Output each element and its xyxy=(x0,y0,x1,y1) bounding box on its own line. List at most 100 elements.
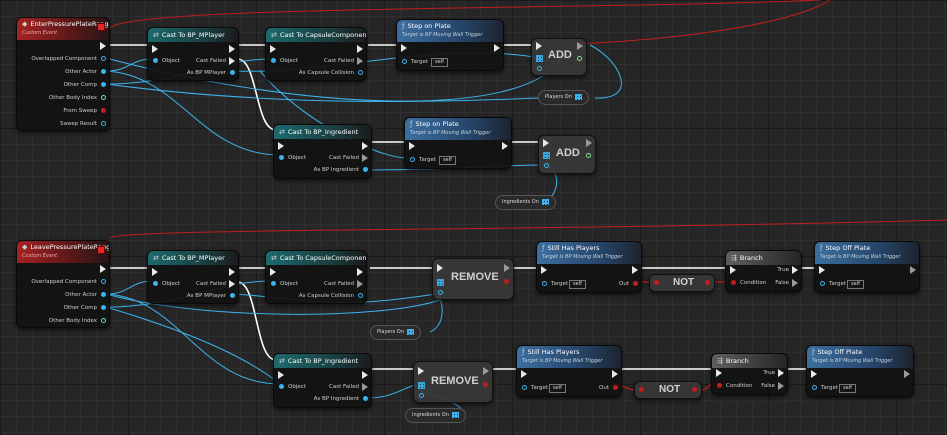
target-in-dot[interactable] xyxy=(522,385,527,390)
exec-out-pin[interactable] xyxy=(357,45,363,53)
exec-in-pin[interactable] xyxy=(541,266,547,274)
not-in-dot[interactable] xyxy=(639,387,644,392)
as-output-dot[interactable] xyxy=(358,70,363,75)
array-in-icon[interactable] xyxy=(536,55,543,62)
exec-in-pin[interactable] xyxy=(278,142,284,150)
still-has-players-node-ingredients[interactable]: ƒ Still Has Players Target is BP Moving W… xyxy=(516,345,622,397)
target-in-dot[interactable] xyxy=(410,157,415,162)
exec-in-pin[interactable] xyxy=(152,268,158,276)
exec-in-pin[interactable] xyxy=(409,142,415,150)
removed-out-dot[interactable] xyxy=(483,382,488,387)
array-in-icon[interactable] xyxy=(418,382,425,389)
exec-in-pin[interactable] xyxy=(278,371,284,379)
pin-from-sweep-dot[interactable] xyxy=(101,108,106,113)
cast-to-bp-mplayer-node-leave[interactable]: ⇄ Cast To BP_MPlayer Object Cast Failed A… xyxy=(147,250,239,304)
exec-out-pin[interactable] xyxy=(100,42,106,50)
index-out-dot[interactable] xyxy=(586,153,591,158)
ingredients-on-variable-bottom[interactable]: Ingredients On xyxy=(405,408,466,423)
condition-dot[interactable] xyxy=(731,280,736,285)
pin-other-actor-dot[interactable] xyxy=(101,69,106,74)
pin-other-body-index-dot[interactable] xyxy=(101,95,106,100)
exec-out-pin[interactable] xyxy=(586,139,592,147)
ingredients-on-variable-top[interactable]: Ingredients On xyxy=(495,195,556,210)
exec-out-pin[interactable] xyxy=(483,367,489,375)
target-self-value[interactable]: self xyxy=(439,156,456,165)
cast-to-bp-ingredient-node-bottom[interactable]: ⇄ Cast To BP_Ingredient Object Cast Faile… xyxy=(273,353,372,408)
exec-in-pin[interactable] xyxy=(521,370,527,378)
item-in-dot[interactable] xyxy=(419,393,424,398)
as-output-dot[interactable] xyxy=(363,396,368,401)
as-output-dot[interactable] xyxy=(230,70,235,75)
exec-in-pin[interactable] xyxy=(811,370,817,378)
exec-in-pin[interactable] xyxy=(819,266,825,274)
enter-pressure-plate-event-node[interactable]: ◆ EnterPressurePlateRange Custom Event Ov… xyxy=(16,17,110,131)
exec-out-pin[interactable] xyxy=(362,371,368,379)
item-in-dot[interactable] xyxy=(537,66,542,71)
item-in-dot[interactable] xyxy=(544,163,549,168)
cast-to-capsule-node[interactable]: ⇄ Cast To CapsuleComponent Object Cast Fa… xyxy=(265,27,367,81)
target-in-dot[interactable] xyxy=(812,385,817,390)
object-in-dot[interactable] xyxy=(153,58,158,63)
branch-node-ingredients[interactable]: ⇶ Branch True Condition False xyxy=(711,353,788,395)
array-remove-node-players[interactable]: REMOVE xyxy=(432,258,514,300)
object-in-dot[interactable] xyxy=(271,58,276,63)
target-self-value[interactable]: self xyxy=(569,280,586,289)
exec-in-pin[interactable] xyxy=(536,42,542,50)
exec-out-pin[interactable] xyxy=(502,142,508,150)
target-in-dot[interactable] xyxy=(402,59,407,64)
cast-to-capsule-node-leave[interactable]: ⇄ Cast To CapsuleComponent Object Cast Fa… xyxy=(265,250,367,304)
cast-failed-exec-pin[interactable] xyxy=(357,57,363,65)
cast-to-bp-mplayer-node[interactable]: ⇄ Cast To BP_MPlayer Object Cast Failed A… xyxy=(147,27,239,81)
pin-other-actor-dot[interactable] xyxy=(101,292,106,297)
true-exec-pin[interactable] xyxy=(792,266,798,274)
array-in-icon[interactable] xyxy=(437,279,444,286)
array-in-icon[interactable] xyxy=(543,152,550,159)
false-exec-pin[interactable] xyxy=(778,382,784,390)
out-bool-dot[interactable] xyxy=(633,281,638,286)
delegate-pin-icon[interactable] xyxy=(97,23,105,31)
exec-out-pin[interactable] xyxy=(229,268,235,276)
condition-dot[interactable] xyxy=(717,383,722,388)
exec-in-pin[interactable] xyxy=(730,266,736,274)
still-has-players-node-players[interactable]: ƒ Still Has Players Target is BP Moving W… xyxy=(536,241,642,293)
leave-pressure-plate-event-node[interactable]: ◆ LeavePressurePlateRange Custom Event Ov… xyxy=(16,240,110,328)
cast-failed-exec-pin[interactable] xyxy=(362,383,368,391)
step-off-plate-node-players[interactable]: ƒ Step Off Plate Target is BP Moving Wall… xyxy=(814,241,920,293)
as-output-dot[interactable] xyxy=(363,167,368,172)
index-out-dot[interactable] xyxy=(577,56,582,61)
cast-failed-exec-pin[interactable] xyxy=(357,280,363,288)
exec-in-pin[interactable] xyxy=(401,44,407,52)
target-self-value[interactable]: self xyxy=(549,384,566,393)
players-on-variable-top[interactable]: Players On xyxy=(538,90,589,105)
exec-in-pin[interactable] xyxy=(543,139,549,147)
delegate-pin-icon[interactable] xyxy=(97,246,105,254)
exec-out-pin[interactable] xyxy=(632,266,638,274)
exec-in-pin[interactable] xyxy=(270,45,276,53)
exec-out-pin[interactable] xyxy=(100,265,106,273)
removed-out-dot[interactable] xyxy=(504,279,509,284)
pin-overlapped-component-dot[interactable] xyxy=(101,279,106,284)
not-in-dot[interactable] xyxy=(654,280,659,285)
false-exec-pin[interactable] xyxy=(792,279,798,287)
as-output-dot[interactable] xyxy=(230,293,235,298)
exec-out-pin[interactable] xyxy=(910,266,916,274)
cast-failed-exec-pin[interactable] xyxy=(229,280,235,288)
pin-other-body-index-dot[interactable] xyxy=(101,318,106,323)
exec-out-pin[interactable] xyxy=(229,45,235,53)
target-self-value[interactable]: self xyxy=(847,280,864,289)
target-in-dot[interactable] xyxy=(542,281,547,286)
item-in-dot[interactable] xyxy=(438,290,443,295)
exec-out-pin[interactable] xyxy=(362,142,368,150)
object-in-dot[interactable] xyxy=(271,281,276,286)
exec-out-pin[interactable] xyxy=(904,370,910,378)
object-in-dot[interactable] xyxy=(153,281,158,286)
object-in-dot[interactable] xyxy=(279,155,284,160)
object-in-dot[interactable] xyxy=(279,384,284,389)
not-out-dot[interactable] xyxy=(692,387,697,392)
step-on-plate-node-ingredients[interactable]: ƒ Step on Plate Target is BP Moving Wall … xyxy=(404,117,512,169)
not-node-ingredients[interactable]: NOT xyxy=(634,381,702,399)
as-output-dot[interactable] xyxy=(358,293,363,298)
exec-out-pin[interactable] xyxy=(504,264,510,272)
exec-in-pin[interactable] xyxy=(437,264,443,272)
pin-other-comp-dot[interactable] xyxy=(101,305,106,310)
